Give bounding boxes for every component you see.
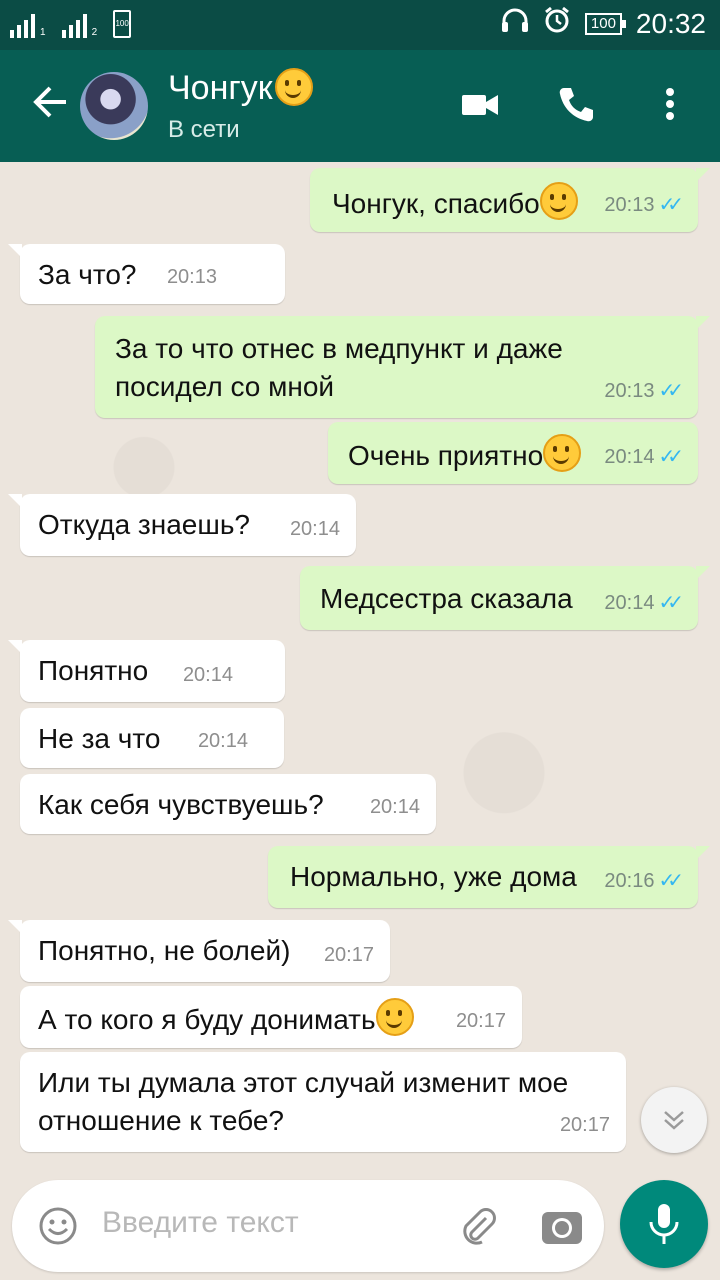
emoji-picker-icon[interactable] xyxy=(38,1206,78,1251)
message-time: 20:17 xyxy=(559,1114,610,1136)
chat-header: Чонгук В сети xyxy=(0,50,720,162)
battery-icon: 100 xyxy=(584,12,626,35)
read-ticks-icon: ✓✓ xyxy=(658,446,683,468)
message-outgoing[interactable]: Очень приятно 20:14 ✓✓ xyxy=(328,422,698,484)
message-incoming[interactable]: Как себя чувствуешь? 20:14 xyxy=(20,774,436,834)
message-input-container[interactable]: Введите текст xyxy=(12,1180,604,1272)
message-time: 20:14 xyxy=(289,518,340,540)
voice-record-button[interactable] xyxy=(620,1180,708,1268)
status-bar: 1 2 100 100 20:32 xyxy=(0,0,720,50)
message-time: 20:17 xyxy=(455,1010,506,1032)
contact-status: В сети xyxy=(168,116,240,143)
message-text: Нормально, уже дома xyxy=(290,861,577,892)
contact-name[interactable]: Чонгук xyxy=(168,68,313,108)
signal-sim1-icon: 1 xyxy=(10,12,46,38)
message-time: 20:13 xyxy=(166,266,217,288)
sim1-label: 1 xyxy=(40,27,46,38)
camera-icon[interactable] xyxy=(540,1206,584,1251)
message-time: 20:13 xyxy=(604,194,655,216)
message-text: Очень приятно xyxy=(348,440,544,471)
message-time: 20:14 xyxy=(604,592,655,614)
scroll-to-bottom-button[interactable] xyxy=(641,1087,707,1153)
read-ticks-icon: ✓✓ xyxy=(658,592,683,614)
more-options-icon[interactable] xyxy=(660,84,680,129)
message-time: 20:17 xyxy=(323,944,374,966)
clock: 20:32 xyxy=(635,7,706,39)
grin-emoji-icon xyxy=(375,998,414,1036)
message-incoming[interactable]: Понятно, не болей) 20:17 xyxy=(8,920,390,982)
back-arrow-icon[interactable] xyxy=(30,82,70,130)
message-incoming[interactable]: Понятно 20:14 xyxy=(8,640,285,702)
smile-emoji-icon xyxy=(543,434,582,472)
message-time: 20:13 xyxy=(604,380,655,402)
smile-emoji-icon xyxy=(539,182,578,220)
message-time: 20:14 xyxy=(604,446,655,468)
message-time: 20:14 xyxy=(369,796,420,818)
message-incoming[interactable]: Или ты думала этот случай изменит мое от… xyxy=(20,1052,626,1152)
message-list[interactable]: Чонгук, спасибо 20:13 ✓✓ За что? 20:13 За… xyxy=(0,162,720,1180)
message-incoming[interactable]: За что? 20:13 xyxy=(8,244,285,304)
double-chevron-down-icon xyxy=(664,1111,684,1130)
message-time: 20:14 xyxy=(182,664,233,686)
smirk-emoji-icon xyxy=(274,68,313,106)
attach-icon[interactable] xyxy=(456,1204,500,1253)
message-outgoing[interactable]: Чонгук, спасибо 20:13 ✓✓ xyxy=(310,168,710,232)
message-text: Чонгук, спасибо xyxy=(332,188,540,219)
read-ticks-icon: ✓✓ xyxy=(658,870,683,892)
message-outgoing[interactable]: За то что отнес в медпункт и даже посиде… xyxy=(95,316,710,418)
microphone-icon xyxy=(649,1204,679,1244)
storage-icon: 100 xyxy=(113,10,132,38)
sim2-label: 2 xyxy=(91,27,98,38)
message-text: Откуда знаешь? xyxy=(38,509,250,540)
signal-sim2-icon: 2 xyxy=(61,12,98,38)
message-outgoing[interactable]: Нормально, уже дома 20:16 ✓✓ xyxy=(268,846,710,908)
message-time: 20:16 xyxy=(604,870,655,892)
alarm-icon xyxy=(543,6,571,41)
message-text: Как себя чувствуешь? xyxy=(38,789,324,820)
contact-name-text: Чонгук xyxy=(168,69,273,107)
composer-bar: Введите текст xyxy=(0,1180,720,1280)
message-text: Или ты думала этот случай изменит мое от… xyxy=(38,1067,569,1136)
message-text: За то что отнес в медпункт и даже посиде… xyxy=(115,333,563,402)
voice-call-icon[interactable] xyxy=(556,84,596,129)
read-ticks-icon: ✓✓ xyxy=(658,194,683,216)
message-text: За что? xyxy=(38,259,137,290)
headphones-icon xyxy=(501,7,529,40)
message-text: А то кого я буду донимать xyxy=(38,1004,376,1035)
message-input[interactable]: Введите текст xyxy=(102,1206,299,1240)
read-ticks-icon: ✓✓ xyxy=(658,380,683,402)
message-text: Медсестра сказала xyxy=(320,583,573,614)
message-incoming[interactable]: Откуда знаешь? 20:14 xyxy=(8,494,356,556)
video-call-icon[interactable] xyxy=(460,84,500,129)
message-text: Не за что xyxy=(38,723,161,754)
message-time: 20:14 xyxy=(197,730,248,752)
message-text: Понятно xyxy=(38,655,149,686)
message-incoming[interactable]: А то кого я буду донимать 20:17 xyxy=(20,986,522,1048)
message-text: Понятно, не болей) xyxy=(38,935,291,966)
message-outgoing[interactable]: Медсестра сказала 20:14 ✓✓ xyxy=(300,566,710,630)
message-incoming[interactable]: Не за что 20:14 xyxy=(20,708,284,768)
avatar[interactable] xyxy=(80,72,148,140)
